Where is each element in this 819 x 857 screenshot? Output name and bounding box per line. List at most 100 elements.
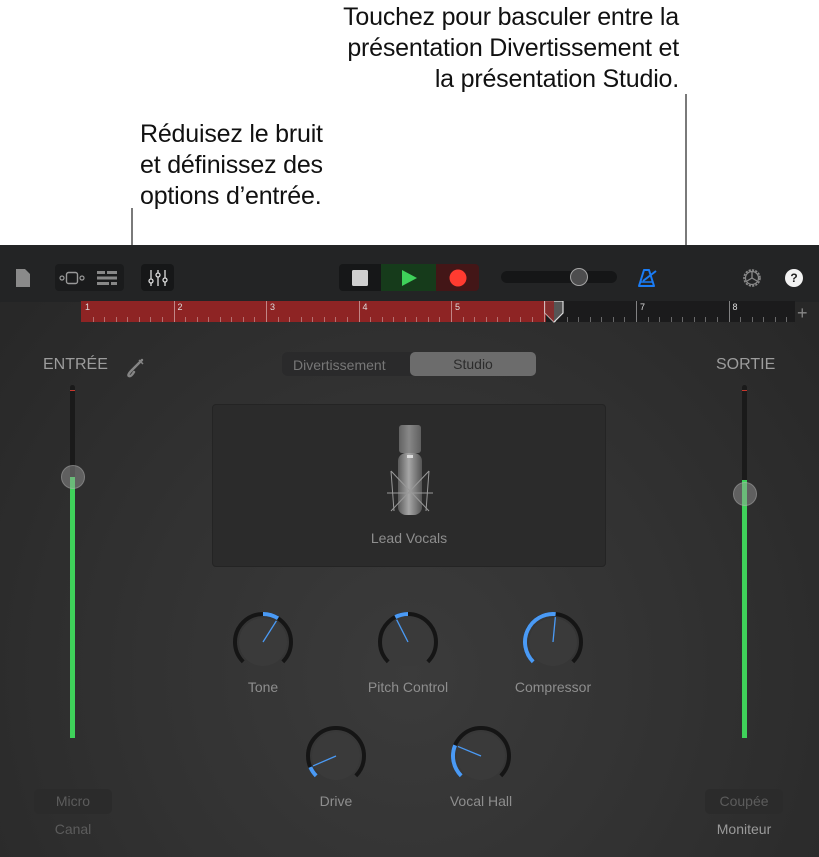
metronome-icon	[638, 269, 657, 287]
audio-recorder-app: ? 12345678 + ENTRÉE Micro Canal SORTIE	[0, 245, 819, 857]
callout-line-2: et définissez des	[140, 151, 323, 179]
knob-drive[interactable]	[305, 725, 367, 787]
control-bar: ?	[0, 245, 819, 302]
ruler-tick	[242, 317, 244, 322]
ruler-tick	[254, 317, 256, 322]
input-fader-thumb[interactable]	[61, 464, 85, 489]
add-section-button[interactable]: +	[797, 303, 808, 324]
output-level-meter	[742, 480, 747, 738]
output-level-fader[interactable]	[742, 385, 747, 738]
input-peak-indicator	[70, 390, 75, 391]
ruler-tick	[508, 317, 510, 322]
play-button[interactable]	[381, 264, 436, 291]
master-volume-slider[interactable]	[501, 271, 617, 283]
record-icon	[449, 269, 466, 286]
ruler-tick	[531, 317, 533, 322]
help-icon: ?	[790, 271, 798, 285]
tracks-view-icon	[59, 271, 85, 284]
ruler-bar-line	[728, 301, 730, 322]
ruler-tick	[659, 317, 661, 322]
ruler-tick	[612, 317, 614, 322]
callout-line-1: Touchez pour basculer entre la	[343, 3, 679, 31]
callout-input-settings: Réduisez le bruit et définissez des opti…	[140, 119, 400, 212]
knob-value-arc	[262, 612, 280, 621]
input-source-button[interactable]: Micro	[34, 789, 112, 814]
ruler-tick	[208, 317, 210, 322]
output-label: SORTIE	[716, 356, 776, 373]
ruler-bar-number: 4	[362, 302, 368, 312]
input-caption: Canal	[54, 821, 92, 837]
gear-icon	[743, 269, 761, 287]
knob-label: Compressor	[514, 679, 592, 695]
ruler-bar-number: 7	[640, 302, 646, 312]
callout-line-2: présentation Divertissement et	[347, 34, 679, 62]
ruler-tick	[127, 317, 129, 322]
input-level-fader[interactable]	[70, 385, 75, 738]
knob-pitch-control[interactable]	[377, 611, 439, 673]
callout-view-toggle: Touchez pour basculer entre la présentat…	[159, 2, 679, 95]
ruler-bar-line	[358, 301, 360, 322]
ruler-tick	[115, 317, 117, 322]
ruler-tick	[497, 317, 499, 322]
input-label: ENTRÉE	[43, 356, 108, 373]
ruler-tick	[763, 317, 765, 322]
ruler-tick	[92, 317, 94, 322]
instrument-selector[interactable]: Lead Vocals	[212, 404, 606, 567]
input-jack-icon	[127, 358, 144, 378]
play-icon	[401, 269, 417, 286]
output-fader-thumb[interactable]	[733, 482, 757, 507]
metronome-button[interactable]	[636, 266, 660, 290]
knob-tone[interactable]	[232, 611, 294, 673]
ruler-tick	[589, 317, 591, 322]
ruler-tick	[404, 317, 406, 322]
ruler-tick	[682, 317, 684, 322]
ruler-bar-number: 5	[455, 302, 461, 312]
ruler-tick	[566, 317, 568, 322]
view-toggle-studio[interactable]: Studio	[410, 352, 536, 376]
ruler-tick	[161, 317, 163, 322]
help-button[interactable]: ?	[785, 269, 803, 287]
knob-compressor[interactable]	[522, 611, 584, 673]
view-toggle-divertissement[interactable]: Divertissement	[293, 357, 386, 373]
monitor-toggle-button[interactable]: Coupée	[705, 789, 783, 814]
ruler-tick	[693, 317, 695, 322]
ruler-tick	[381, 317, 383, 322]
ruler-bar-number: 1	[85, 302, 91, 312]
ruler-tick	[751, 317, 753, 322]
stop-icon	[352, 269, 368, 286]
ruler-tick	[740, 317, 742, 322]
playhead[interactable]	[544, 301, 564, 323]
view-buttons	[55, 264, 124, 291]
ruler-tick	[647, 317, 649, 322]
ruler-tick	[716, 317, 718, 322]
list-view-button[interactable]	[90, 264, 124, 291]
knob-vocal-hall[interactable]	[450, 725, 512, 787]
ruler-tick	[370, 317, 372, 322]
timeline-ruler[interactable]: 12345678	[81, 301, 795, 322]
studio-microphone-icon	[387, 425, 433, 515]
ruler-tick	[346, 317, 348, 322]
tracks-view-button[interactable]	[55, 264, 89, 291]
monitor-caption: Moniteur	[716, 821, 772, 837]
ruler-tick	[231, 317, 233, 322]
ruler-tick	[439, 317, 441, 322]
ruler-tick	[485, 317, 487, 322]
ruler-bar-number: 8	[732, 302, 738, 312]
knob-value-arc	[308, 766, 318, 778]
ruler-tick	[474, 317, 476, 322]
ruler-tick	[219, 317, 221, 322]
stop-button[interactable]	[339, 264, 381, 291]
ruler-tick	[335, 317, 337, 322]
knob-label: Drive	[319, 793, 353, 809]
my-songs-button[interactable]	[12, 267, 34, 289]
master-volume-thumb[interactable]	[570, 268, 588, 286]
document-icon	[16, 269, 30, 287]
ruler-tick	[104, 317, 106, 322]
input-settings-button[interactable]	[124, 356, 146, 378]
ruler-tick	[578, 317, 580, 322]
mixer-button[interactable]	[141, 264, 174, 291]
settings-button[interactable]	[740, 266, 764, 290]
record-button[interactable]	[436, 264, 479, 291]
ruler-tick	[705, 317, 707, 322]
ruler-tick	[427, 317, 429, 322]
